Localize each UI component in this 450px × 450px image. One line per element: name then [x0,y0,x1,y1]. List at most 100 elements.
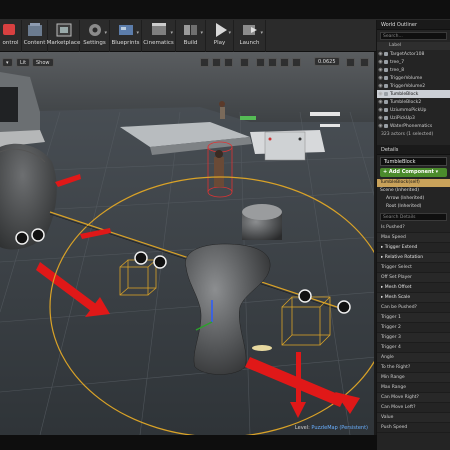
actor-icon [384,76,388,80]
marketplace-icon [56,23,71,37]
property-row[interactable]: Can Move Left? [377,403,450,413]
world-local-toggle-icon[interactable] [240,58,249,67]
translate-tool-icon[interactable] [200,58,209,67]
camera-speed-icon[interactable] [346,58,355,67]
toolbar-button-settings[interactable]: Settings ▾ [80,20,110,52]
property-row[interactable]: Is Pushed? [377,223,450,233]
toolbar-button-control[interactable]: ontrol [0,20,22,52]
scale-snap-icon[interactable] [292,58,301,67]
viewport-options-button[interactable]: ▾ [2,58,13,67]
toolbar-button-content[interactable]: Content [22,20,48,52]
property-row[interactable]: To the Right? [377,363,450,373]
view-lit-button[interactable]: Lit [16,58,31,67]
content-icon [27,23,42,36]
actor-icon [384,68,388,72]
actor-icon [384,116,388,120]
list-item[interactable]: ◉ TriggerVolume2 [377,82,450,90]
property-row[interactable]: Trigger 1 [377,313,450,323]
outliner-search-input[interactable]: Search... [380,32,447,40]
actor-icon [384,52,388,56]
toolbar-button-build[interactable]: Build ▾ [176,20,206,52]
play-icon [215,23,227,37]
scale-tool-icon[interactable] [224,58,233,67]
eye-icon[interactable]: ◉ [377,123,384,129]
main-toolbar: ontrol Content Marketplace Settings ▾ Bl… [0,20,376,52]
list-item-selected[interactable]: ◉ TumbleBlock [377,90,450,98]
details-search-input[interactable]: Search Details [380,213,447,221]
list-item[interactable]: ◉ TriggerVolume [377,74,450,82]
list-item[interactable]: ◉ TumbleBlock2 [377,98,450,106]
list-item[interactable]: ◉ tree_7 [377,58,450,66]
eye-icon[interactable]: ◉ [377,107,384,113]
list-item[interactable]: ◉ UziummoPickUp [377,106,450,114]
actor-icon [384,92,388,96]
property-category[interactable]: ▸ Mesh Scale [377,293,450,303]
toolbar-button-launch[interactable]: Launch ▾ [234,20,266,52]
component-item[interactable]: TumbleBlock(self) [377,179,450,187]
property-row[interactable]: Max Speed [377,233,450,243]
actor-icon [384,100,388,104]
property-row[interactable]: Trigger 2 [377,323,450,333]
toolbar-button-cinematics[interactable]: Cinematics ▾ [142,20,176,52]
build-icon [183,25,197,35]
eye-icon[interactable]: ◉ [377,91,384,97]
viewport-scene[interactable] [0,52,376,435]
snap-value-field[interactable]: 0.0625 [314,57,340,66]
property-row[interactable]: Can Move Right? [377,393,450,403]
toolbar-button-marketplace[interactable]: Marketplace [47,20,80,52]
property-row[interactable]: Trigger Select [377,263,450,273]
control-icon [2,24,15,35]
grid-snap-icon[interactable] [268,58,277,67]
chevron-down-icon: ▾ [260,30,263,36]
property-row[interactable]: Can be Pushed? [377,303,450,313]
toolbar-button-play[interactable]: Play ▾ [206,20,234,52]
property-row[interactable]: Min Range [377,373,450,383]
level-viewport[interactable]: ▾ Lit Show 0.0625 Level: PuzzleMap (Pers… [0,52,376,435]
component-item[interactable]: Scene (Inherited) [377,187,450,195]
list-item[interactable]: ◉ TargetActor108 [377,50,450,58]
eye-icon[interactable]: ◉ [377,67,384,73]
actor-name-field[interactable]: TumbleBlock [380,157,447,166]
maximize-viewport-icon[interactable] [360,58,369,67]
surface-snap-icon[interactable] [256,58,265,67]
eye-icon[interactable]: ◉ [377,83,384,89]
eye-icon[interactable]: ◉ [377,99,384,105]
outliner-list: ◉ TargetActor108 ◉ tree_7 ◉ tree_8 ◉ Trigger… [377,50,450,130]
tab-details[interactable]: Details [377,145,450,155]
chevron-down-icon: ▾ [136,30,139,36]
chevron-down-icon: ▾ [104,30,107,36]
rotate-tool-icon[interactable] [212,58,221,67]
property-row[interactable]: Max Range [377,383,450,393]
component-item[interactable]: Root (Inherited) [377,203,450,211]
toolbar-button-blueprints[interactable]: Blueprints ▾ [110,20,142,52]
launch-icon [242,25,257,35]
property-row[interactable]: Trigger 3 [377,333,450,343]
tab-world-outliner[interactable]: World Outliner [377,20,450,30]
property-category[interactable]: ▸ Mesh Offset [377,283,450,293]
show-flags-button[interactable]: Show [32,58,54,67]
details-panel: Details TumbleBlock + Add Component ▾ Tu… [377,145,450,433]
property-row[interactable]: Angle [377,353,450,363]
property-row[interactable]: Push Speed [377,423,450,433]
outliner-column-label[interactable]: Label [377,42,450,50]
add-component-button[interactable]: + Add Component ▾ [380,168,447,177]
eye-icon[interactable]: ◉ [377,51,384,57]
actor-icon [384,84,388,88]
property-row[interactable]: Value [377,413,450,423]
list-item[interactable]: ◉ UziPickUp3 [377,114,450,122]
list-item[interactable]: ◉ tree_8 [377,66,450,74]
component-item[interactable]: Arrow (Inherited) [377,195,450,203]
chevron-down-icon: ▾ [170,30,173,36]
rotation-snap-icon[interactable] [280,58,289,67]
property-category[interactable]: ▸ Trigger Extend [377,243,450,253]
eye-icon[interactable]: ◉ [377,75,384,81]
property-row[interactable]: Off Set Player [377,273,450,283]
eye-icon[interactable]: ◉ [377,115,384,121]
eye-icon[interactable]: ◉ [377,59,384,65]
property-category[interactable]: ▸ Relative Rotation [377,253,450,263]
property-row[interactable]: Trigger 4 [377,343,450,353]
cinematics-icon [151,23,166,35]
list-item[interactable]: ◉ WaterPhonematics [377,122,450,130]
chevron-down-icon: ▾ [200,30,203,36]
title-bar [0,0,450,20]
